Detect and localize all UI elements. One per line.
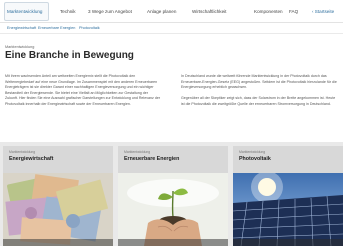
card-title[interactable]: Energiewirtschaft (9, 156, 53, 162)
subnav-item-energiewirtschaft[interactable]: Energiewirtschaft (7, 23, 36, 34)
card-title[interactable]: Photovoltaik (239, 156, 271, 162)
card-tag: Marktentwicklung (9, 150, 36, 154)
intro-paragraph: Mit ihrem wachsenden Anteil am weltweite… (5, 74, 161, 106)
euro-banknotes-photo (3, 173, 113, 246)
main-navigation: Marktentwicklung Technik 3 Wege zum Ange… (0, 0, 343, 23)
nav-item-komponenten[interactable]: Komponenten (254, 0, 283, 23)
solar-panels-photo (233, 173, 343, 246)
card-tag: Marktentwicklung (239, 150, 266, 154)
nav-item-anlage-planen[interactable]: Anlage planen (147, 0, 176, 23)
intro-text-left: Mit ihrem wachsenden Anteil am weltweite… (5, 74, 161, 113)
subnav-item-erneuerbare-energien[interactable]: Erneuerbare Energien (38, 23, 75, 34)
teaser-card-energiewirtschaft[interactable]: Marktentwicklung Energiewirtschaft (3, 146, 113, 246)
nav-item-faq[interactable]: FAQ (289, 0, 298, 23)
section-kicker: Marktentwicklung (5, 45, 35, 49)
card-title[interactable]: Erneuerbare Energien (124, 156, 179, 162)
teaser-card-photovoltaik[interactable]: Marktentwicklung Photovoltaik (233, 146, 343, 246)
nav-item-3-wege[interactable]: 3 Wege zum Angebot (88, 0, 132, 23)
subnav-item-photovoltaik[interactable]: Photovoltaik (79, 23, 100, 34)
intro-paragraph-3: Gegenüber all der Skeptiker zeigt sich, … (181, 96, 336, 106)
sub-navigation: Energiewirtschaft Erneuerbare Energien P… (0, 23, 343, 34)
nav-item-wirtschaftlichkeit[interactable]: Wirtschaftlichkeit (192, 0, 226, 23)
card-tag: Marktentwicklung (124, 150, 151, 154)
nav-item-startseite[interactable]: ‹ Startseite (312, 0, 334, 23)
intro-paragraph-2: In Deutschland wurde die weltweit führen… (181, 74, 337, 90)
nav-item-technik[interactable]: Technik (60, 0, 76, 23)
seedling-in-hands-photo (118, 173, 228, 246)
teaser-card-erneuerbare-energien[interactable]: Marktentwicklung Erneuerbare Energien (118, 146, 228, 246)
intro-text-right: In Deutschland wurde die weltweit führen… (181, 74, 338, 113)
nav-item-marktentwicklung[interactable]: Marktentwicklung (7, 0, 43, 23)
page-title: Eine Branche in Bewegung (5, 50, 134, 61)
